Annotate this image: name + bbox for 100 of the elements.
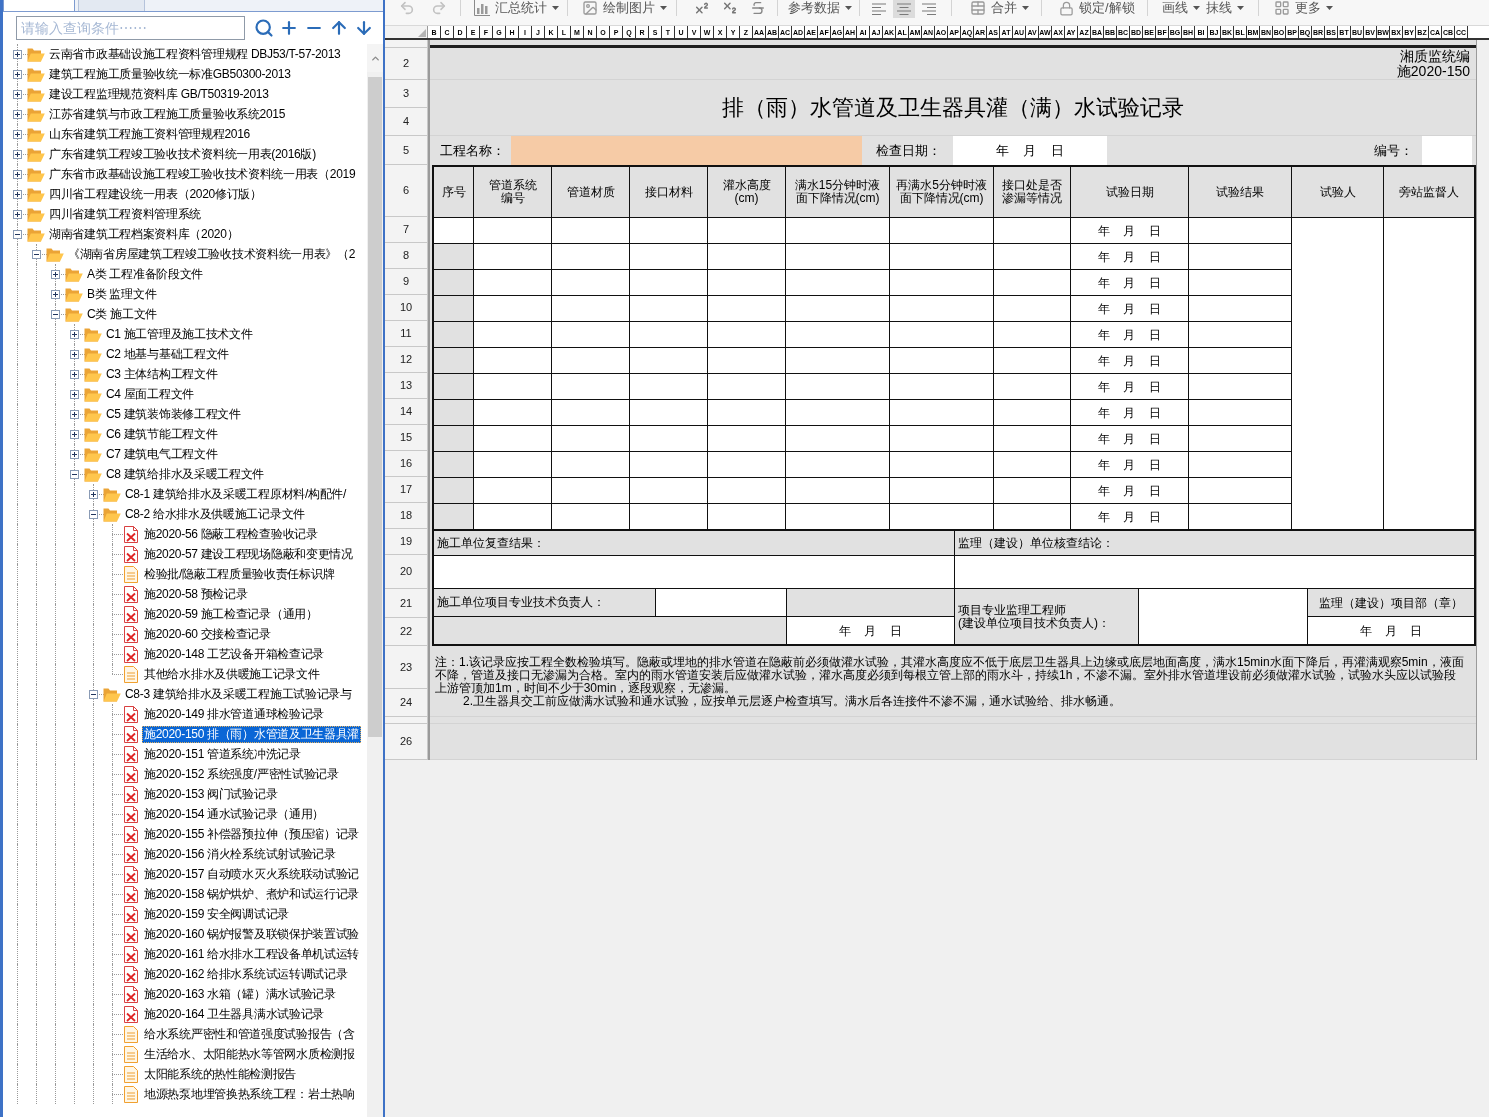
number-field[interactable] [1422,136,1472,165]
minus-square-icon[interactable] [50,309,60,319]
tree-item[interactable]: 施2020-59 施工检查记录（通用） [142,605,320,623]
scrollbar[interactable] [367,44,383,1117]
row-header[interactable]: 24 [385,689,428,717]
more-button[interactable]: 更多 [1273,0,1333,16]
tree-item[interactable]: 四川省工程建设统一用表（2020修订版） [47,185,264,203]
tree-item[interactable]: 检验批/隐蔽工程质量验收责任标识牌 [142,565,337,583]
row-header[interactable]: 20 [385,555,428,589]
tree-item[interactable]: C类 施工文件 [85,305,159,323]
tree-item[interactable]: 四川省建筑工程资料管理系统 [47,205,204,223]
row-header[interactable]: 7 [385,217,428,243]
row-header[interactable]: 21 [385,589,428,618]
plus-square-icon[interactable] [12,109,22,119]
row-header[interactable]: 26 [385,724,428,760]
tree-item[interactable]: C5 建筑装饰装修工程文件 [104,405,243,423]
tree-item[interactable]: 施2020-161 给水排水工程设备单机试运转 [142,945,362,963]
row-header[interactable]: 18 [385,503,428,529]
project-name-field[interactable] [511,136,862,165]
plus-square-icon[interactable] [12,69,22,79]
arrow-down-icon[interactable] [354,18,374,38]
lock-button[interactable]: 锁定/解锁 [1059,0,1135,16]
merge-button[interactable]: 合并 [970,0,1029,16]
tree-item[interactable]: C1 施工管理及施工技术文件 [104,325,255,343]
plus-square-icon[interactable] [12,89,22,99]
plus-square-icon[interactable] [69,389,79,399]
tab[interactable] [3,0,75,11]
tree-item[interactable]: 生活给水、太阳能热水等管网水质检测报 [142,1045,357,1063]
tree-item[interactable]: 施2020-157 自动喷水灭火系统联动试验记 [142,865,362,883]
tree-item[interactable]: 施2020-160 锅炉报警及联锁保护装置试验 [142,925,362,943]
plus-square-icon[interactable] [69,369,79,379]
plus-square-icon[interactable] [12,209,22,219]
tree-item[interactable]: 施2020-151 管道系统冲洗记录 [142,745,303,763]
plus-square-icon[interactable] [50,289,60,299]
row-header[interactable]: 23 [385,646,428,689]
plus-square-icon[interactable] [69,409,79,419]
tree-item[interactable]: 施2020-155 补偿器预拉伸（预压缩）记录 [142,825,362,843]
tree-item[interactable]: 施2020-148 工艺设备开箱检查记录 [142,645,327,663]
tree-item[interactable]: 施2020-58 预检记录 [142,585,250,603]
row-header[interactable]: 14 [385,399,428,425]
arrow-up-icon[interactable] [329,18,349,38]
tree-item[interactable]: 施2020-159 安全阀调试记录 [142,905,291,923]
tree-item[interactable]: C8 建筑给排水及采暖工程文件 [104,465,267,483]
tree-item[interactable]: 地源热泵地埋管换热系统工程：岩土热响 [142,1085,357,1103]
tree-item[interactable]: 施2020-57 建设工程现场隐蔽和变更情况 [142,545,355,563]
minus-square-icon[interactable] [69,469,79,479]
minus-square-icon[interactable] [31,249,41,259]
tree-item[interactable]: C6 建筑节能工程文件 [104,425,220,443]
row-header[interactable]: 2 [385,48,428,80]
tree-item[interactable]: 施2020-153 阀门试验记录 [142,785,280,803]
tree-item[interactable]: 施2020-163 水箱（罐）满水试验记录 [142,985,338,1003]
plus-square-icon[interactable] [12,149,22,159]
tree-item[interactable]: C8-2 给水排水及供暖施工记录文件 [123,505,307,523]
select-all-button[interactable] [385,26,428,38]
row-header[interactable]: 13 [385,373,428,399]
date-field[interactable]: 年 月 日 [953,136,1107,165]
row-header[interactable]: 6 [385,165,428,217]
tree-item[interactable]: 广东省市政基础设施工程竣工验收技术资料统一用表（2019 [47,165,358,183]
erase-line-button[interactable]: 抹线 [1205,0,1244,16]
tree-item[interactable]: 山东省建筑工程施工资料管理规程2016 [47,125,252,143]
plus-square-icon[interactable] [50,269,60,279]
plus-square-icon[interactable] [12,129,22,139]
tree-item[interactable]: C3 主体结构工程文件 [104,365,220,383]
tree-item[interactable]: 江苏省建筑与市政工程施工质量验收系统2015 [47,105,288,123]
row-header[interactable]: 5 [385,136,428,165]
tree-item[interactable]: C8-3 建筑给排水及采暖工程施工试验记录与 [123,685,354,703]
tree-item[interactable]: 施2020-149 排水管道通球检验记录 [142,705,327,723]
minus-square-icon[interactable] [88,509,98,519]
tree-item[interactable]: 施2020-158 锅炉烘炉、煮炉和试运行记录 [142,885,362,903]
row-header[interactable]: 15 [385,425,428,451]
tree-item[interactable]: B类 监理文件 [85,285,159,303]
tree-item[interactable]: A类 工程准备阶段文件 [85,265,206,283]
row-header[interactable]: 17 [385,477,428,503]
row-header[interactable]: 4 [385,108,428,136]
reference-data-button[interactable]: 参考数据 [788,0,852,16]
plus-square-icon[interactable] [12,169,22,179]
plus-square-icon[interactable] [69,449,79,459]
tree-item[interactable]: 广东省建筑工程竣工验收技术资料统一用表(2016版) [47,145,318,163]
scrollbar-thumb[interactable] [368,77,382,737]
align-center-button[interactable] [893,0,915,18]
row-header[interactable]: 12 [385,347,428,373]
search-icon[interactable] [254,18,274,38]
tree-item[interactable]: 施2020-56 隐蔽工程检查验收记录 [142,525,320,543]
plus-icon[interactable] [279,18,299,38]
plus-square-icon[interactable] [88,489,98,499]
plus-square-icon[interactable] [69,429,79,439]
tree-item[interactable]: 给水系统严密性和管道强度试验报告（含 [142,1025,357,1043]
strikethrough-button[interactable] [750,0,766,16]
tree-item[interactable]: 施2020-152 系统强度/严密性试验记录 [142,765,341,783]
picture-button[interactable]: 绘制图片 [582,0,667,16]
tree-item[interactable]: 云南省市政基础设施工程资料管理规程 DBJ53/T-57-2013 [47,45,343,63]
row-header[interactable]: 9 [385,269,428,295]
tree-item[interactable]: 施2020-164 卫生器具满水试验记录 [142,1005,327,1023]
plus-square-icon[interactable] [12,49,22,59]
minus-square-icon[interactable] [12,229,22,239]
tree-item[interactable]: 湖南省建筑工程档案资料库（2020） [47,225,241,243]
draw-line-button[interactable]: 画线 [1161,0,1200,16]
tree-item[interactable]: 施2020-150 排（雨）水管道及卫生器具灌 [142,725,362,743]
tree-item[interactable]: C4 屋面工程文件 [104,385,196,403]
tree-item[interactable]: 其他给水排水及供暖施工记录文件 [142,665,322,683]
